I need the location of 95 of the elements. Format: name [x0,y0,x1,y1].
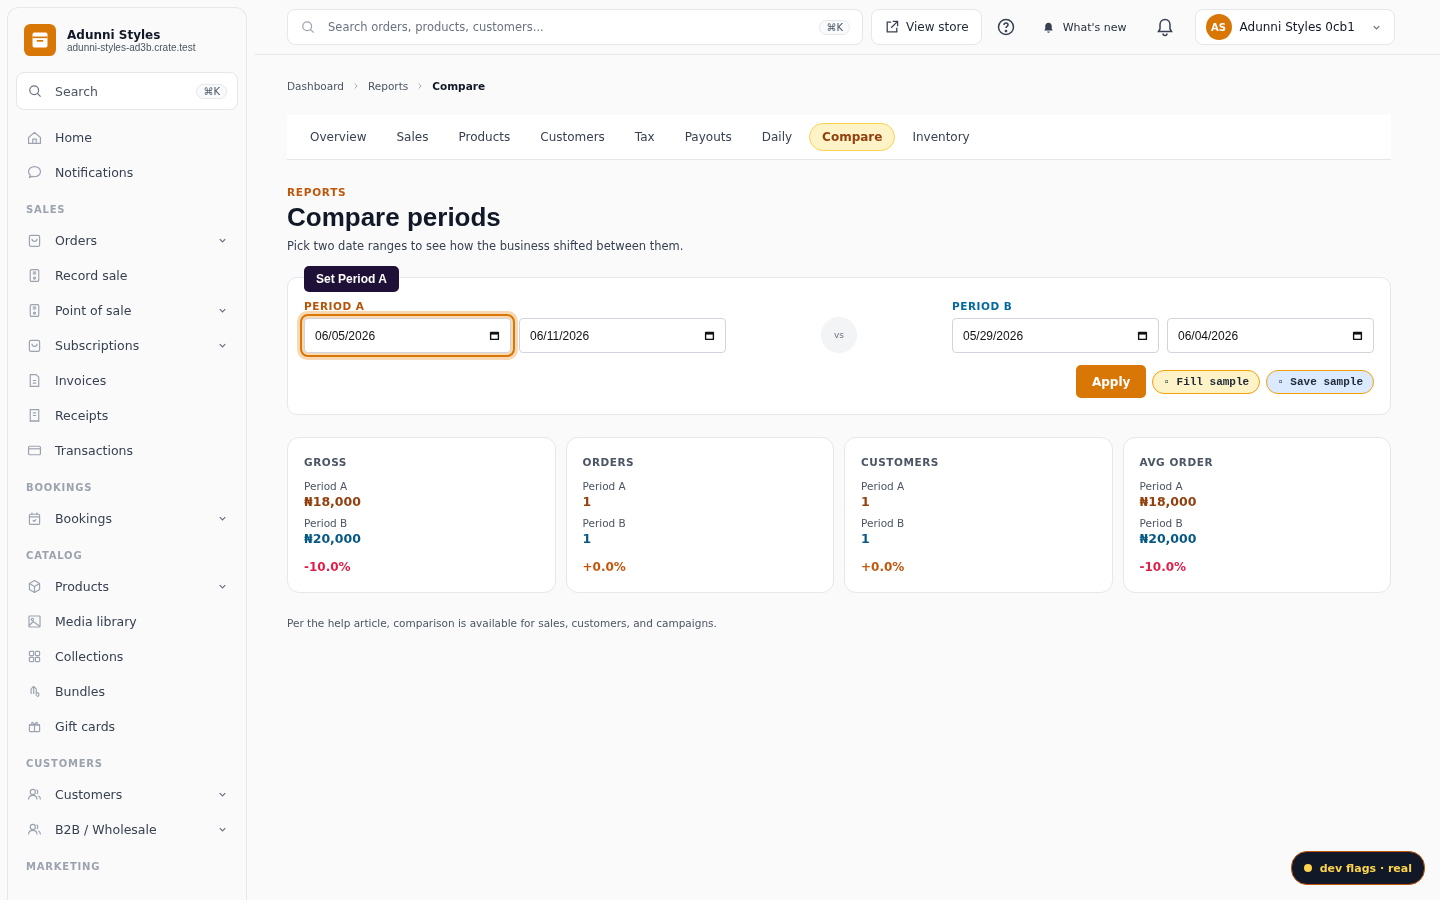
stat-title: CUSTOMERS [861,456,939,468]
section-heading: CUSTOMERS [25,757,104,771]
tab[interactable]: Compare [809,123,896,151]
period-label: Period A [1139,480,1183,492]
nav-item[interactable]: Products [16,569,238,604]
nav-item[interactable]: B2B / Wholesale [16,812,238,847]
calendar-icon[interactable] [704,330,715,341]
calendar-icon[interactable] [1352,330,1363,341]
nav-item[interactable]: Bookings [16,501,238,536]
period-label: PERIOD B [952,300,1014,312]
stat-value: 1 [582,531,592,546]
store-name: Adunni Styles [67,27,162,42]
period-label: Period B [861,517,905,529]
tab[interactable]: Products [445,123,524,151]
period-label: Period B [1139,517,1183,529]
search-input[interactable]: Search orders, products, customers... [326,19,810,35]
date-field[interactable]: 06/04/2026 [1167,318,1374,353]
change-value: -10.0% [304,560,351,574]
period-label: Period A [861,480,905,492]
section-heading: BOOKINGS [25,481,94,495]
footnote: Per the help article, comparison is available for sales, customers, and campaigns. [287,617,718,629]
whats-new-button[interactable]: What's new [1033,20,1135,34]
search-field[interactable]: Search orders, products, customers... ⌘K [287,9,863,45]
nav-item[interactable]: Customers [16,777,238,812]
nav-item[interactable]: Home [16,120,238,155]
breadcrumb-link[interactable]: Reports [367,80,409,92]
nav-item[interactable]: Collections [16,639,238,674]
search-input[interactable]: Search [53,82,187,100]
calendar-icon[interactable] [489,330,500,341]
change-value: +0.0% [582,560,626,574]
date-field[interactable]: 06/11/2026 [519,318,726,353]
period-label: PERIOD A [304,300,366,312]
fill-sample-button[interactable]: ▫ Fill sample [1152,369,1261,394]
search-icon [300,19,316,35]
tab[interactable]: Tax [621,123,668,151]
eyebrow-label: REPORTS [287,186,348,198]
stat-title: GROSS [304,456,347,468]
nav-item[interactable]: Invoices [16,363,238,398]
stat-value: 1 [861,494,870,509]
stat-value: ₦20,000 [1139,531,1197,546]
nav-item[interactable]: Point of sale [16,293,238,328]
tooltip: Set Period A [304,266,399,292]
period-label: Period A [582,480,626,492]
nav-item[interactable]: Notifications [16,155,238,190]
stat-title: AVG ORDER [1139,456,1214,468]
store-logo-icon [24,24,56,56]
tab[interactable]: Daily [748,123,806,151]
stat-value: ₦20,000 [304,531,361,546]
tab[interactable]: Sales [383,123,442,151]
tab[interactable]: Overview [297,123,380,151]
change-value: +0.0% [861,560,905,574]
external-link-icon [884,19,900,35]
store-domain: adunni-styles-ad3b.crate.test [67,41,196,53]
period-label: Period A [304,480,348,492]
account-menu[interactable]: AS Adunni Styles 0cb1 [1194,9,1395,45]
nav-item[interactable]: Transactions [16,433,238,468]
nav-item[interactable]: Media library [16,604,238,639]
avatar: AS [1205,14,1232,40]
status-dot-icon [1303,864,1312,872]
calendar-icon[interactable] [1137,330,1148,341]
chevron-icon [416,82,425,90]
stat-value: ₦18,000 [1139,494,1197,509]
save-sample-button[interactable]: ▫ Save sample [1266,369,1374,394]
nav-item[interactable]: Receipts [16,398,238,433]
shortcut-hint: ⌘K [819,19,850,35]
stat-title: ORDERS [582,456,635,468]
search-icon [27,83,43,99]
tab[interactable]: Inventory [899,123,983,151]
breadcrumb-link[interactable]: Dashboard [287,80,344,92]
vs-badge: vs [821,317,857,353]
shortcut-hint: ⌘K [196,83,227,99]
stat-value: ₦18,000 [304,494,361,509]
page-title: Compare periods [287,202,502,233]
section-heading: MARKETING [25,860,102,874]
search-field[interactable]: Search ⌘K [16,72,238,110]
nav-item[interactable]: Orders [16,223,238,258]
view-store-button[interactable]: View store [871,9,982,45]
nav-item[interactable]: Subscriptions [16,328,238,363]
tab[interactable]: Payouts [671,123,745,151]
date-field[interactable]: 05/29/2026 [952,318,1159,353]
nav-item[interactable]: Record sale [16,258,238,293]
dev-flags-pill[interactable]: dev flags · real [1290,851,1425,885]
help-icon[interactable] [995,17,1016,37]
stat-value: 1 [582,494,592,509]
nav-item[interactable]: Bundles [16,674,238,709]
nav-item[interactable]: Gift cards [16,709,238,744]
account-name: Adunni Styles 0cb1 [1239,20,1355,34]
section-heading: SALES [25,203,67,217]
tab[interactable]: Customers [527,123,618,151]
period-label: Period B [304,517,348,529]
section-heading: CATALOG [25,549,84,563]
page-subtitle: Pick two date ranges to see how the business shifted between them. [287,239,685,253]
change-value: -10.0% [1139,560,1187,574]
stat-value: 1 [861,531,870,546]
period-label: Period B [582,517,626,529]
